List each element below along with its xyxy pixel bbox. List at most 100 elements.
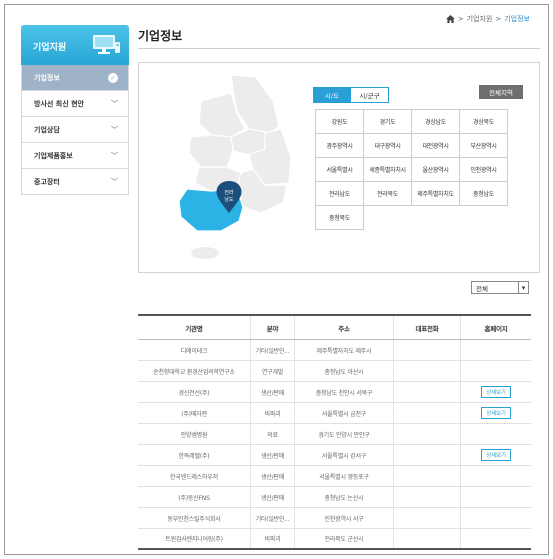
- region-button[interactable]: 세종특별자치시: [364, 158, 412, 182]
- table-row[interactable]: 디에이테크 기타(일반인... 제주특별자치도 제주시: [138, 340, 531, 361]
- chevron-down-icon: ﹀: [111, 177, 118, 186]
- all-regions-button[interactable]: 전체지역: [479, 85, 523, 99]
- region-button[interactable]: 대전광역시: [412, 134, 460, 158]
- region-map-panel: 전라 남도 시/도 시/군구 전체지역 강원도 경기도 경상남도 경상북도 광주…: [138, 62, 540, 273]
- breadcrumb-current: 기업정보: [504, 15, 530, 23]
- region-button[interactable]: 부산광역시: [460, 134, 508, 158]
- region-button[interactable]: 경상남도: [412, 110, 460, 134]
- region-button[interactable]: 제주특별자치도: [412, 182, 460, 206]
- sidebar-item-used-market[interactable]: 중고장터 ﹀: [21, 169, 129, 195]
- table-row[interactable]: 트윈검사엔지니어링(주) 비파괴 전라북도 군산시: [138, 529, 531, 550]
- address-cell: 서울특별시 영등포구: [295, 466, 394, 486]
- field-cell: 연구개발: [251, 361, 295, 381]
- page-title: 기업정보: [138, 29, 183, 43]
- company-name-cell[interactable]: (주)동신FNS: [138, 487, 251, 507]
- region-tabs: 시/도 시/군구: [313, 87, 389, 103]
- table-row[interactable]: 경신전선(주) 생산/판매 충청남도 천안시 서북구 상세보기: [138, 382, 531, 403]
- sidebar-header: 기업지원: [21, 25, 129, 65]
- company-name-cell[interactable]: (주)메자젠: [138, 403, 251, 423]
- company-name-cell[interactable]: 경신전선(주): [138, 382, 251, 402]
- company-name-cell[interactable]: 한국엔드레스하우저: [138, 466, 251, 486]
- region-button[interactable]: 대구광역시: [364, 134, 412, 158]
- category-filter-select[interactable]: 전체 ▾: [471, 281, 529, 294]
- region-button[interactable]: 인천광역시: [460, 158, 508, 182]
- title-divider: [138, 48, 540, 49]
- sidebar-item-radiation-issues[interactable]: 방사선 최신 현안 ﹀: [21, 91, 129, 117]
- column-header: 홈페이지: [484, 324, 508, 333]
- phone-cell: [394, 529, 461, 548]
- sidebar: 기업지원 기업정보 ✓ 방사선 최신 현안 ﹀ 기업상담 ﹀ 기업제품홍보 ﹀: [21, 25, 129, 195]
- company-name-cell[interactable]: 트윈검사엔지니어링(주): [138, 529, 251, 548]
- region-button[interactable]: 광주광역시: [316, 134, 364, 158]
- table-row[interactable]: 순천향대학교 환경산업의학연구소 연구개발 충청남도 아산시: [138, 361, 531, 382]
- company-name-cell[interactable]: 순천향대학교 환경산업의학연구소: [138, 361, 251, 381]
- address-cell: 충청남도 천안시 서북구: [295, 382, 394, 402]
- filter-value: 전체: [476, 284, 488, 293]
- company-name-cell[interactable]: 안양샘병원: [138, 424, 251, 444]
- sidebar-item-consulting[interactable]: 기업상담 ﹀: [21, 117, 129, 143]
- phone-cell: [394, 487, 461, 507]
- table-row[interactable]: (주)메자젠 비파괴 서울특별시 금천구 상세보기: [138, 403, 531, 424]
- region-button[interactable]: 충청북도: [316, 206, 364, 230]
- homepage-cell: 상세보기: [461, 382, 531, 402]
- breadcrumb-level1[interactable]: 기업지원: [467, 14, 493, 24]
- address-cell: 경기도 안양시 만안구: [295, 424, 394, 444]
- home-icon[interactable]: [445, 15, 455, 23]
- phone-cell: [394, 340, 461, 360]
- table-row[interactable]: 한독레벨(주) 생산/판매 서울특별시 강서구 상세보기: [138, 445, 531, 466]
- breadcrumb: > 기업지원 > 기업정보: [445, 14, 530, 24]
- table-row[interactable]: 안양샘병원 의료 경기도 안양시 만안구: [138, 424, 531, 445]
- region-button[interactable]: 강원도: [316, 110, 364, 134]
- homepage-cell: 상세보기: [461, 445, 531, 465]
- region-button[interactable]: 서울특별시: [316, 158, 364, 182]
- sidebar-item-company-info[interactable]: 기업정보 ✓: [21, 65, 129, 91]
- homepage-cell: [461, 529, 531, 548]
- sidebar-item-label: 방사선 최신 현안: [34, 99, 84, 108]
- dropdown-arrow-icon: ▾: [518, 282, 528, 293]
- page-frame: > 기업지원 > 기업정보 기업지원 기업정보 ✓ 방사선 최신 현안 ﹀ 기업…: [4, 4, 549, 555]
- phone-cell: [394, 403, 461, 423]
- breadcrumb-separator: >: [495, 15, 502, 23]
- company-name-cell[interactable]: 동부인천스틸주식회사: [138, 508, 251, 528]
- detail-view-button[interactable]: 상세보기: [481, 407, 511, 419]
- field-cell: 생산/판매: [251, 382, 295, 402]
- breadcrumb-separator: >: [457, 15, 464, 23]
- phone-cell: [394, 508, 461, 528]
- table-row[interactable]: (주)동신FNS 생산/판매 충청남도 논산시: [138, 487, 531, 508]
- region-button[interactable]: 전라북도: [364, 182, 412, 206]
- region-button[interactable]: 전라남도: [316, 182, 364, 206]
- company-name-cell[interactable]: 디에이테크: [138, 340, 251, 360]
- region-button[interactable]: 충청남도: [460, 182, 508, 206]
- region-button[interactable]: 울산광역시: [412, 158, 460, 182]
- field-cell: 비파괴: [251, 529, 295, 548]
- computer-monitor-icon: [93, 35, 120, 54]
- sidebar-title: 기업지원: [33, 43, 67, 53]
- region-button[interactable]: 경기도: [364, 110, 412, 134]
- map-marker-label: 남도: [224, 196, 234, 203]
- column-header: 기관명: [138, 316, 251, 339]
- chevron-down-icon: ﹀: [111, 151, 118, 160]
- address-cell: 전라북도 군산시: [295, 529, 394, 548]
- company-name-cell[interactable]: 한독레벨(주): [138, 445, 251, 465]
- tab-city-district[interactable]: 시/군구: [351, 87, 389, 103]
- sidebar-item-product-promo[interactable]: 기업제품홍보 ﹀: [21, 143, 129, 169]
- address-cell: 인천광역시 서구: [295, 508, 394, 528]
- map-region-jeju: [191, 247, 219, 259]
- homepage-cell: [461, 340, 531, 360]
- phone-cell: [394, 466, 461, 486]
- detail-view-button[interactable]: 상세보기: [481, 386, 511, 398]
- tab-province[interactable]: 시/도: [313, 87, 351, 103]
- region-button[interactable]: 경상북도: [460, 110, 508, 134]
- table-row[interactable]: 한국엔드레스하우저 생산/판매 서울특별시 영등포구: [138, 466, 531, 487]
- sidebar-item-label: 기업제품홍보: [34, 151, 73, 160]
- column-header: 대표전화: [394, 316, 461, 339]
- field-cell: 기타(일반인...: [251, 340, 295, 360]
- detail-view-button[interactable]: 상세보기: [481, 449, 511, 461]
- homepage-cell: [461, 361, 531, 381]
- check-icon: ✓: [108, 72, 118, 83]
- homepage-cell: [461, 487, 531, 507]
- address-cell: 서울특별시 금천구: [295, 403, 394, 423]
- table-row[interactable]: 동부인천스틸주식회사 기타(일반인... 인천광역시 서구: [138, 508, 531, 529]
- column-header: 분야: [251, 316, 295, 339]
- chevron-down-icon: ﹀: [111, 125, 118, 134]
